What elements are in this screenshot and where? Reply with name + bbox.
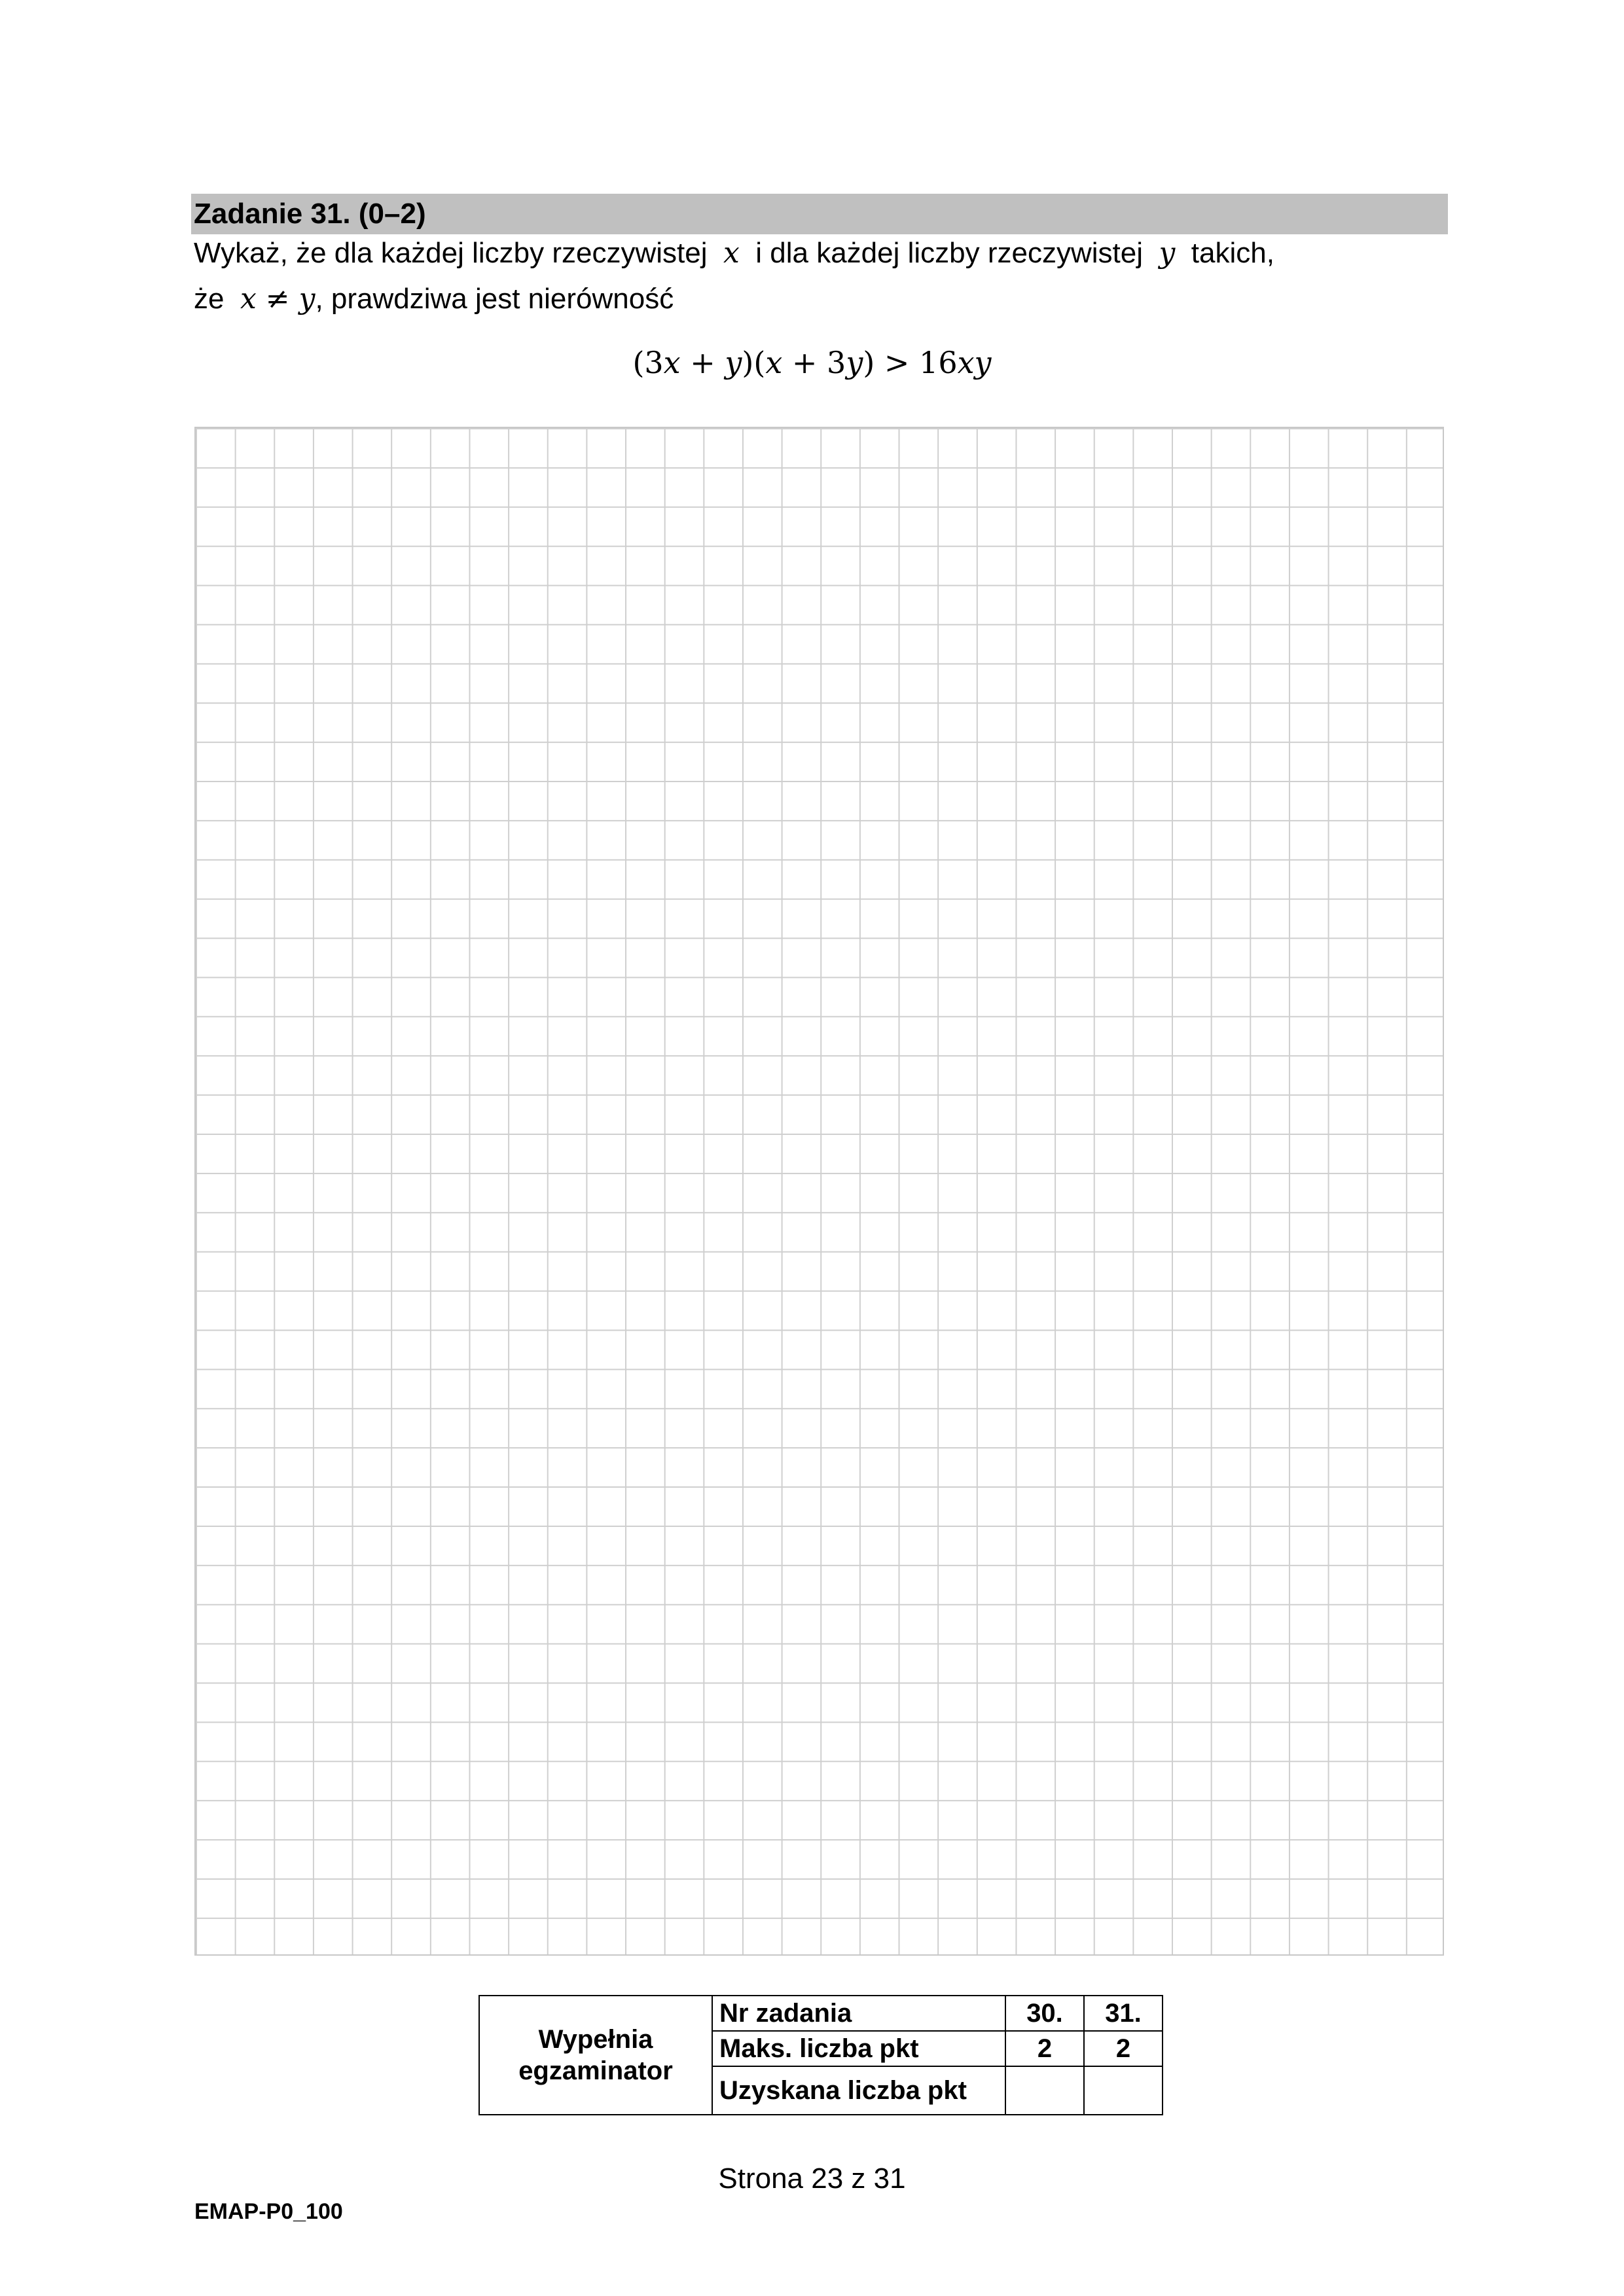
task-number-30: 30. xyxy=(1005,1995,1085,2032)
obtained-points-30[interactable] xyxy=(1005,2066,1085,2115)
variable-y: y xyxy=(1159,236,1176,270)
score-table: Wypełnia egzaminator Nr zadania 30. 31. … xyxy=(478,1995,1163,2115)
filled-by-label: Wypełnia egzaminator xyxy=(478,1995,713,2115)
task-title: Zadanie 31. (0–2) xyxy=(194,198,426,230)
task-text-part: Wykaż, że dla każdej liczby rzeczywistej xyxy=(194,237,708,269)
variable-x: x xyxy=(723,236,740,270)
task-header: Zadanie 31. (0–2) xyxy=(191,194,1448,234)
answer-grid[interactable] xyxy=(194,427,1444,1956)
task-text-part: , prawdziwa jest nierówność xyxy=(315,283,674,315)
obtained-points-label: Uzyskana liczba pkt xyxy=(712,2066,1006,2115)
inequality-formula: (3x + y)(x + 3y) > 16xy xyxy=(632,345,992,380)
task-text-line-1: Wykaż, że dla każdej liczby rzeczywistej… xyxy=(194,236,1274,271)
task-number-31: 31. xyxy=(1083,1995,1163,2032)
task-number-label: Nr zadania xyxy=(712,1995,1006,2032)
task-text-part: i dla każdej liczby rzeczywistej xyxy=(755,237,1143,269)
document-code: EMAP-P0_100 xyxy=(194,2199,343,2224)
max-points-30: 2 xyxy=(1005,2030,1085,2067)
max-points-label: Maks. liczba pkt xyxy=(712,2030,1006,2067)
max-points-31: 2 xyxy=(1083,2030,1163,2067)
task-text-line-2: że x ≠ y, prawdziwa jest nierówność xyxy=(194,281,674,317)
condition-formula: x ≠ y xyxy=(240,282,316,315)
page-number: Strona 23 z 31 xyxy=(718,2162,906,2195)
obtained-points-31[interactable] xyxy=(1083,2066,1163,2115)
task-text-part: że xyxy=(194,283,225,315)
task-text-part: takich, xyxy=(1191,237,1274,269)
